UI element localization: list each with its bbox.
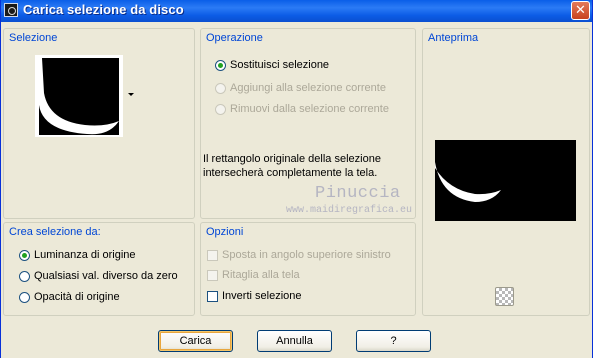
radio-replace-selection-label: Sostituisci selezione <box>230 59 330 71</box>
operation-info-text: Il rettangolo originale della selezione … <box>203 152 413 180</box>
preview-image <box>435 140 576 221</box>
radio-button-icon[interactable] <box>19 271 30 282</box>
checkbox-invert-selection-label: Inverti selezione <box>222 290 302 302</box>
app-icon <box>4 3 18 17</box>
radio-remove-from-selection-label: Rimuovi dalla selezione corrente <box>230 103 389 115</box>
transparency-toggle-icon[interactable] <box>495 287 514 306</box>
radio-source-opacity-label: Opacità di origine <box>34 291 120 303</box>
radio-button-icon[interactable] <box>215 83 226 94</box>
checkbox-move-top-left-label: Sposta in angolo superiore sinistro <box>222 249 391 261</box>
info-line-1: Il rettangolo originale della selezione <box>203 153 381 165</box>
watermark-name: Pinuccia <box>315 184 401 203</box>
info-line-2: intersecherà completamente la tela. <box>203 167 378 179</box>
checkbox-icon[interactable] <box>207 250 218 261</box>
radio-any-nonzero-label: Qualsiasi val. diverso da zero <box>34 270 178 282</box>
checkbox-icon[interactable] <box>207 291 218 302</box>
help-button[interactable]: ? <box>356 330 431 352</box>
radio-button-icon[interactable] <box>215 104 226 115</box>
checkbox-crop-to-canvas-label: Ritaglia alla tela <box>222 269 300 281</box>
selection-thumbnail[interactable] <box>35 55 123 137</box>
radio-source-luminance-label: Luminanza di origine <box>34 249 136 261</box>
title-bar[interactable]: Carica selezione da disco ✕ <box>1 0 592 22</box>
radio-add-to-selection-label: Aggiungi alla selezione corrente <box>230 82 386 94</box>
operation-group-title: Operazione <box>206 32 263 44</box>
create-selection-group-title: Crea selezione da: <box>9 226 101 238</box>
radio-button-icon[interactable] <box>19 292 30 303</box>
window-title: Carica selezione da disco <box>23 2 184 17</box>
preview-group-title: Anteprima <box>428 32 479 44</box>
selection-dropdown-arrow-icon[interactable] <box>128 93 134 96</box>
load-button[interactable]: Carica <box>158 330 233 352</box>
dialog-window: Carica selezione da disco ✕ Selezione Op… <box>0 0 593 358</box>
checkbox-icon[interactable] <box>207 270 218 281</box>
radio-button-icon[interactable] <box>19 250 30 261</box>
radio-button-icon[interactable] <box>215 60 226 71</box>
options-group-title: Opzioni <box>206 226 244 238</box>
watermark-url: www.maidiregrafica.eu <box>286 205 413 216</box>
selection-group-title: Selezione <box>9 32 58 44</box>
close-button[interactable]: ✕ <box>571 1 590 20</box>
cancel-button[interactable]: Annulla <box>257 330 332 352</box>
